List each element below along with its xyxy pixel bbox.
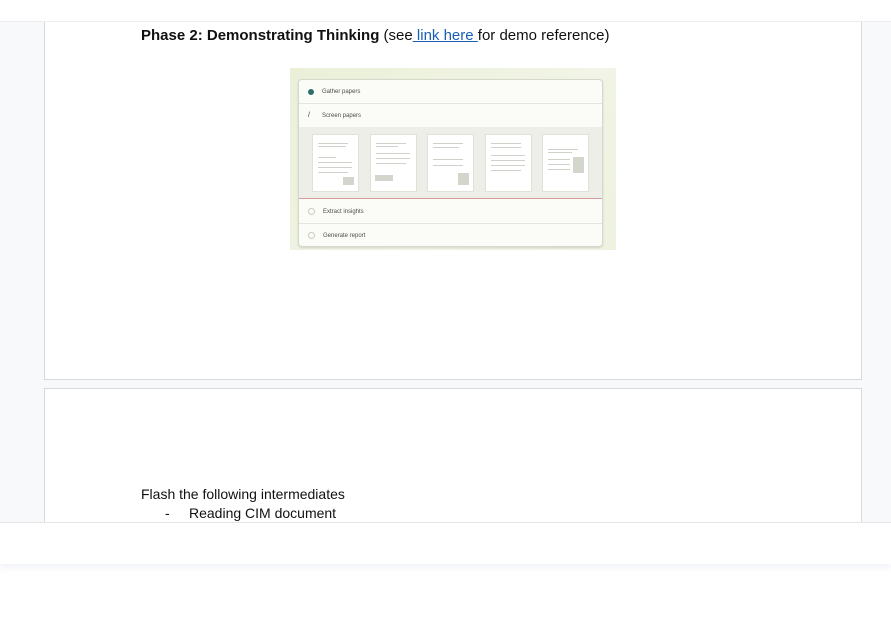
step-label: Gather papers [322,88,361,95]
see-prefix: (see [383,27,413,44]
pencil-icon: / [308,111,310,119]
see-suffix: for demo reference) [477,27,610,44]
paper-thumbnail [542,134,589,192]
step-label: Generate report [323,232,366,239]
flash-heading: Flash the following intermediates [141,486,345,502]
bullet-marker: - [165,505,170,521]
step-label: Screen papers [322,112,362,119]
document-page: Flash the following intermediates - Readi… [44,388,862,522]
circle-icon [308,232,315,239]
top-toolbar-strip [0,0,891,22]
document-page: Phase 2: Demonstrating Thinking (see lin… [44,22,862,380]
paper-thumbnails [299,127,602,199]
step-label: Extract insights [323,208,364,215]
circle-icon [308,208,315,215]
demo-screenshot-image[interactable]: Gather papers / Screen papers Extract in… [290,68,616,250]
demo-reference-link[interactable]: link here [413,27,478,44]
step-extract-insights: Extract insights [299,200,602,223]
phase-title: Phase 2: Demonstrating Thinking [141,27,380,44]
paper-thumbnail [370,134,417,192]
step-generate-report: Generate report [299,224,602,246]
check-icon [308,88,314,95]
paper-thumbnail [427,134,474,192]
phase-heading-line: Phase 2: Demonstrating Thinking (see lin… [141,27,610,44]
bottom-panel [0,522,891,564]
document-canvas[interactable]: Phase 2: Demonstrating Thinking (see lin… [0,22,891,522]
workflow-steps-card: Gather papers / Screen papers Extract in… [298,79,603,247]
step-gather-papers: Gather papers [299,80,602,103]
list-item-text: Reading CIM document [189,505,337,521]
list-item: - Reading CIM document [165,505,336,521]
step-screen-papers: / Screen papers [299,104,602,127]
paper-thumbnail [312,134,359,192]
paper-thumbnail [485,134,532,192]
